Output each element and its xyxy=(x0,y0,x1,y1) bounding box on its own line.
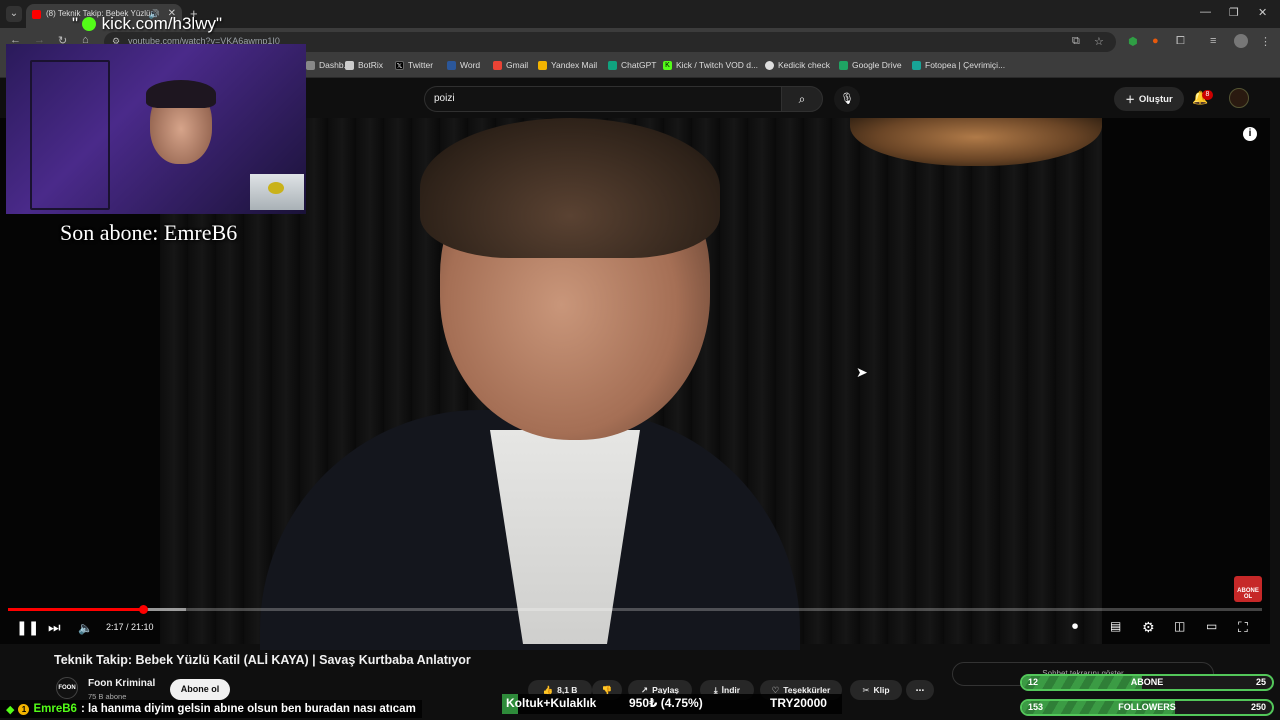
more-horizontal-icon: ⋯ xyxy=(915,684,925,695)
goal-current: 153 xyxy=(1028,702,1044,712)
tab-search-button[interactable]: ⌄ xyxy=(6,6,22,22)
bookmark-item[interactable]: K Kick / Twitch VOD d... xyxy=(663,60,758,70)
user-avatar[interactable] xyxy=(1229,88,1249,108)
settings-gear-icon[interactable]: ⚙ xyxy=(1142,619,1155,636)
minimize-icon[interactable]: — xyxy=(1200,6,1211,18)
pause-icon[interactable]: ❚❚ xyxy=(16,619,39,636)
restore-icon[interactable]: ❐ xyxy=(1229,6,1239,19)
drive-icon xyxy=(839,60,848,70)
word-icon xyxy=(447,60,456,70)
close-window-icon[interactable]: ✕ xyxy=(1258,6,1267,19)
bookmark-item[interactable]: 𝕏 Twitter xyxy=(395,60,433,70)
search-query-text[interactable]: poizi xyxy=(434,93,455,104)
webcam-shelf xyxy=(30,60,110,210)
voice-search-button[interactable]: 🎙 xyxy=(834,86,860,112)
notification-count-badge: 8 xyxy=(1202,90,1213,100)
progress-played xyxy=(8,608,144,611)
botrix-icon xyxy=(345,60,354,70)
extension-fire-icon[interactable]: ● xyxy=(1152,35,1159,47)
channel-avatar[interactable]: FOON xyxy=(56,677,78,699)
subscribe-button[interactable]: Abone ol xyxy=(170,679,230,700)
search-icon: ⌕ xyxy=(798,92,806,106)
clip-button[interactable]: ✂ Klip xyxy=(850,680,902,700)
follower-goal-bar: FOLLOWERS 153 250 xyxy=(1020,699,1274,716)
fullscreen-icon[interactable]: ⛶ xyxy=(1238,619,1248,636)
donation-target-amount: TRY20000 xyxy=(770,696,827,710)
goal-target: 250 xyxy=(1250,702,1266,712)
goal-label: ABONE xyxy=(1130,677,1164,687)
x-icon: 𝕏 xyxy=(395,60,404,70)
chrome-menu-icon[interactable]: ⋮ xyxy=(1260,35,1271,48)
bookmark-item[interactable]: Kedicik check xyxy=(765,60,830,70)
time-display: 2:17 / 21:10 xyxy=(106,622,154,632)
subscriber-badge: 1 xyxy=(18,703,30,715)
bookmark-item[interactable]: Gmail xyxy=(493,60,528,70)
bookmark-item[interactable]: ChatGPT xyxy=(608,60,656,70)
photopea-icon xyxy=(912,60,921,70)
chatgpt-icon xyxy=(608,60,617,70)
bookmark-item[interactable]: BotRix xyxy=(345,60,383,70)
gmail-icon xyxy=(493,60,502,70)
channel-name[interactable]: Foon Kriminal xyxy=(88,678,155,689)
microphone-icon: 🎙 xyxy=(840,93,854,105)
goal-label: FOLLOWERS xyxy=(1118,702,1176,712)
bookmark-item[interactable]: Google Drive xyxy=(839,60,902,70)
webcam-streamer-hair xyxy=(146,80,216,108)
bookmark-item[interactable]: Yandex Mail xyxy=(538,60,597,70)
more-actions-button[interactable]: ⋯ xyxy=(906,680,934,700)
bookmark-item[interactable]: Fotopea | Çevrimiçi... xyxy=(912,60,1005,70)
youtube-favicon-icon xyxy=(32,10,41,19)
donation-current-amount: 950₺ (4.75%) xyxy=(629,696,703,710)
search-button[interactable]: ⌕ xyxy=(781,86,823,112)
miniplayer-icon[interactable]: ◫ xyxy=(1174,619,1185,633)
mail-icon xyxy=(538,60,547,70)
last-subscriber-label: Son abone: EmreB6 xyxy=(60,220,238,245)
bird-icon xyxy=(268,182,284,194)
subtitles-icon[interactable]: ▤ xyxy=(1110,619,1121,633)
install-app-icon[interactable]: ⧉ xyxy=(1072,35,1080,48)
extensions-puzzle-icon[interactable]: ⧠ xyxy=(1176,35,1185,48)
info-icon[interactable]: i xyxy=(1243,127,1257,141)
mouse-cursor-icon: ➤ xyxy=(856,364,868,380)
kick-gem-icon: ◆ xyxy=(6,703,15,716)
profile-avatar[interactable] xyxy=(1234,34,1248,48)
kick-icon: K xyxy=(663,60,672,70)
chat-username: EmreB6 xyxy=(33,703,77,715)
subscriber-goal-bar: ABONE 12 25 xyxy=(1020,674,1274,691)
dashboard-icon xyxy=(306,60,315,70)
bookmark-item[interactable]: Dashb... xyxy=(306,60,351,70)
kick-channel-url: " kick.com/h3lwy" xyxy=(72,14,223,33)
search-input[interactable] xyxy=(424,86,782,112)
theater-mode-icon[interactable]: ▭ xyxy=(1206,619,1217,633)
scissors-icon: ✂ xyxy=(862,684,870,695)
video-frame-person-hair xyxy=(420,118,720,258)
autoplay-toggle[interactable]: ⏺ xyxy=(1072,619,1078,634)
bookmark-item[interactable]: Word xyxy=(447,60,480,70)
next-video-icon[interactable]: ⏭ xyxy=(48,619,61,636)
goal-target: 25 xyxy=(1255,677,1266,687)
globe-icon xyxy=(765,60,774,70)
video-title: Teknik Takip: Bebek Yüzlü Katil (ALİ KAY… xyxy=(54,653,471,667)
subscribe-watermark[interactable]: ABONE OL xyxy=(1234,576,1262,602)
chat-text: : la hanıma diyim gelsin abıne olsun ben… xyxy=(80,703,416,715)
create-button[interactable]: ＋ Oluştur xyxy=(1114,87,1184,111)
media-queue-icon[interactable]: ≡ xyxy=(1210,35,1216,47)
goal-current: 12 xyxy=(1028,677,1039,687)
plus-icon: ＋ xyxy=(1125,95,1135,106)
bookmark-star-icon[interactable]: ☆ xyxy=(1094,35,1104,48)
bird-picture xyxy=(250,174,304,210)
volume-icon[interactable]: 🔈 xyxy=(78,621,93,635)
donation-goal-label: Koltuk+Kulaklık xyxy=(506,696,597,710)
extension-shield-icon[interactable]: ⬢ xyxy=(1128,35,1138,48)
progress-bar[interactable] xyxy=(8,608,1262,611)
stream-chat-message: ◆ 1 EmreB6 : la hanıma diyim gelsin abın… xyxy=(0,700,422,718)
